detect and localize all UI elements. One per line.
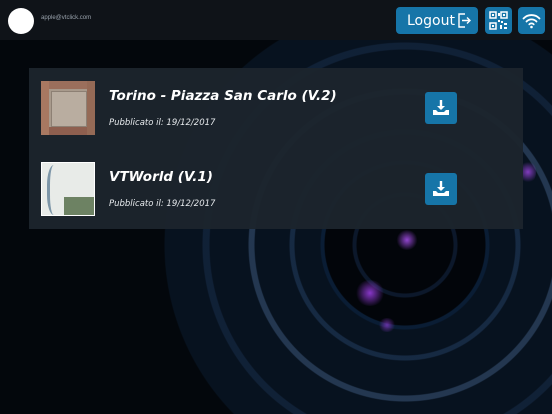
download-button[interactable]	[425, 92, 457, 124]
logout-label: Logout	[407, 12, 455, 29]
list-item[interactable]: Torino - Piazza San Carlo (V.2) Pubblica…	[29, 68, 523, 148]
qr-code-button[interactable]	[485, 7, 512, 34]
user-email: apple@vtclick.com	[41, 15, 92, 21]
item-title: Torino - Piazza San Carlo (V.2)	[109, 88, 337, 104]
lens-flare	[355, 280, 385, 306]
site-map-thumbnail	[41, 162, 95, 216]
lens-flare	[378, 318, 396, 332]
logout-icon	[458, 13, 471, 28]
logout-button[interactable]: Logout	[396, 7, 478, 34]
download-icon	[433, 100, 449, 115]
wifi-button[interactable]	[518, 7, 545, 34]
avatar[interactable]	[8, 8, 34, 34]
piazza-aerial-thumbnail	[41, 81, 95, 135]
item-published-date: Pubblicato il: 19/12/2017	[109, 199, 216, 209]
content-list-panel: Torino - Piazza San Carlo (V.2) Pubblica…	[29, 68, 523, 229]
wifi-icon	[522, 14, 541, 29]
item-title: VTWorld (V.1)	[109, 169, 213, 185]
list-item[interactable]: VTWorld (V.1) Pubblicato il: 19/12/2017	[29, 149, 523, 229]
item-published-date: Pubblicato il: 19/12/2017	[109, 118, 216, 128]
download-icon	[433, 181, 449, 196]
download-button[interactable]	[425, 173, 457, 205]
lens-flare	[396, 230, 418, 250]
qr-code-icon	[489, 11, 508, 30]
top-bar: apple@vtclick.com Logout	[0, 0, 552, 40]
